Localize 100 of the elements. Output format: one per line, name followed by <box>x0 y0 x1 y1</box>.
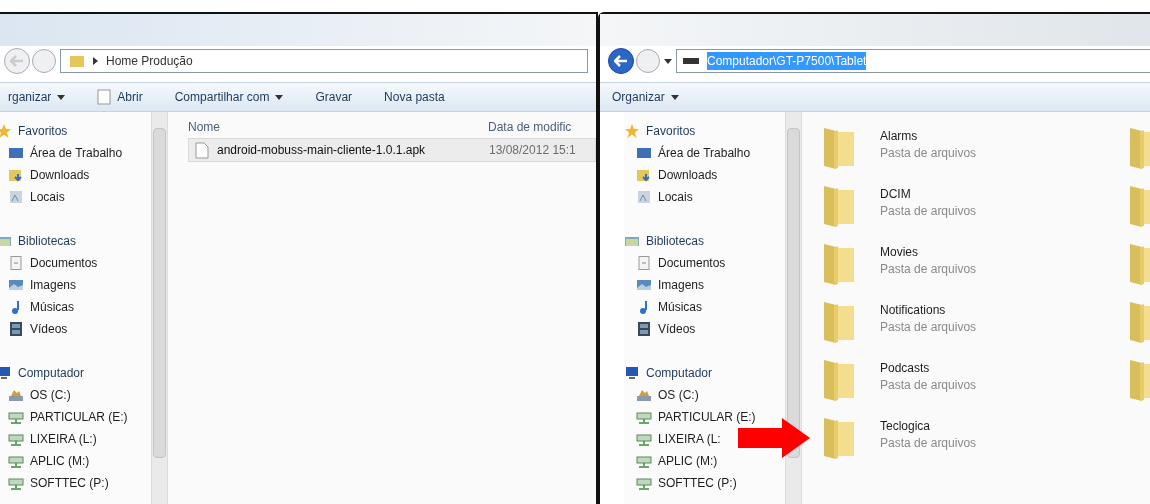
folder-name: Podcasts <box>880 360 931 377</box>
sidebar-item[interactable]: Imagens <box>0 274 77 296</box>
folder-type: Pasta de arquivos <box>880 261 977 278</box>
folder-item[interactable]: Notifications Pasta de arquivos <box>822 298 1122 356</box>
sidebar-item[interactable]: Locais <box>624 186 693 208</box>
toolbar-button[interactable]: Nova pasta <box>384 88 445 106</box>
scrollbar[interactable] <box>785 112 802 504</box>
column-header[interactable]: Nome <box>188 118 488 136</box>
sidebar-item[interactable]: PARTICULAR (E:) <box>0 406 128 428</box>
computer-icon <box>0 365 12 381</box>
sidebar-item[interactable]: Documentos <box>624 252 726 274</box>
sidebar-item[interactable]: Downloads <box>0 164 90 186</box>
sidebar-item[interactable]: Vídeos <box>0 318 68 340</box>
sidebar-item[interactable]: Vídeos <box>624 318 696 340</box>
sidebar-item[interactable]: LIXEIRA (L:) <box>0 428 97 450</box>
film-icon <box>636 321 652 337</box>
folder-name: Alarms <box>880 128 919 145</box>
sidebar-item[interactable]: OS (C:) <box>624 384 699 406</box>
monitor-icon <box>636 145 652 161</box>
folder-name: Notifications <box>880 302 947 319</box>
film-icon <box>8 321 24 337</box>
document-icon <box>8 255 24 271</box>
network-drive-icon <box>8 431 24 447</box>
folder-item[interactable]: Teclogica Pasta de arquivos <box>822 414 1122 472</box>
picture-icon <box>636 277 652 293</box>
scrollbar[interactable] <box>151 112 168 504</box>
network-drive-icon <box>636 431 652 447</box>
file-date: 13/08/2012 15:1 <box>489 142 576 159</box>
document-icon <box>97 89 112 105</box>
star-icon <box>0 123 12 139</box>
sidebar-item[interactable]: Músicas <box>624 296 702 318</box>
drive-icon <box>8 387 24 403</box>
sidebar-item[interactable]: Bibliotecas <box>624 230 705 252</box>
device-icon <box>683 58 699 64</box>
folder-type: Pasta de arquivos <box>880 435 977 452</box>
toolbar-button[interactable]: Compartilhar com <box>174 88 284 106</box>
sidebar-item[interactable]: APLIC (M:) <box>0 450 90 472</box>
caret-icon <box>664 58 672 64</box>
toolbar-button[interactable]: Organizar <box>612 88 679 106</box>
sidebar-item[interactable]: PARTICULAR (E:) <box>624 406 756 428</box>
forward-button[interactable] <box>32 49 56 73</box>
toolbar-button[interactable]: Abrir <box>97 88 143 106</box>
sidebar-item[interactable]: APLIC (M:) <box>624 450 718 472</box>
folder-name: DCIM <box>880 186 912 203</box>
picture-icon <box>8 277 24 293</box>
file-row[interactable]: android-mobuss-main-cliente-1.0.1.apk 13/08/2012 15:1 <box>188 138 596 162</box>
computer-icon <box>624 365 640 381</box>
sidebar-item[interactable]: Favoritos <box>624 120 696 142</box>
folder-type: Pasta de arquivos <box>880 145 977 162</box>
folder-icon <box>69 54 85 68</box>
star-icon <box>624 123 640 139</box>
column-header[interactable]: Data de modific <box>488 118 572 136</box>
sidebar-item[interactable]: Favoritos <box>0 120 68 142</box>
caret-icon <box>57 94 66 100</box>
document-icon <box>636 255 652 271</box>
sidebar-item[interactable]: Área de Trabalho <box>624 142 751 164</box>
toolbar-button[interactable]: rganizar <box>8 88 66 106</box>
file-name: android-mobuss-main-cliente-1.0.1.apk <box>217 142 426 159</box>
left-arrow-icon <box>614 55 628 67</box>
file-icon <box>195 141 209 159</box>
network-drive-icon <box>636 409 652 425</box>
network-drive-icon <box>636 453 652 469</box>
folder-type: Pasta de arquivos <box>880 377 977 394</box>
network-drive-icon <box>8 409 24 425</box>
sidebar-item[interactable]: SOFTTEC (P:) <box>624 472 737 494</box>
sidebar-item[interactable]: Downloads <box>624 164 718 186</box>
caret-icon <box>670 94 679 100</box>
sidebar-item[interactable]: Computador <box>624 362 713 384</box>
sidebar-item[interactable]: OS (C:) <box>0 384 71 406</box>
folder-type: Pasta de arquivos <box>880 203 977 220</box>
sidebar-item[interactable]: SOFTTEC (P:) <box>0 472 109 494</box>
places-icon <box>8 189 24 205</box>
sidebar-item[interactable]: Músicas <box>0 296 74 318</box>
folder-item[interactable]: Alarms Pasta de arquivos <box>822 124 1122 182</box>
folder-name: Movies <box>880 244 919 261</box>
breadcrumb-arrow-icon <box>93 57 98 65</box>
sidebar-item[interactable]: Bibliotecas <box>0 230 77 252</box>
back-button[interactable] <box>608 48 634 74</box>
toolbar-button[interactable]: Gravar <box>315 88 353 106</box>
left-arrow-icon <box>10 55 24 67</box>
folder-item[interactable]: DCIM Pasta de arquivos <box>822 182 1122 240</box>
sidebar-item[interactable]: Locais <box>0 186 65 208</box>
sidebar-item[interactable]: Imagens <box>624 274 705 296</box>
folder-item[interactable]: Movies Pasta de arquivos <box>822 240 1122 298</box>
folder-item[interactable]: Podcasts Pasta de arquivos <box>822 356 1122 414</box>
sidebar-item[interactable]: Área de Trabalho <box>0 142 123 164</box>
sidebar-item[interactable]: Documentos <box>0 252 98 274</box>
folder-type: Pasta de arquivos <box>880 319 977 336</box>
sidebar-item[interactable]: LIXEIRA (L: <box>624 428 721 450</box>
caret-icon <box>275 94 284 100</box>
sidebar-item[interactable]: Computador <box>0 362 85 384</box>
folder-name: Teclogica <box>880 418 932 435</box>
address-text: Computador\GT-P7500\Tablet <box>707 52 867 70</box>
network-drive-icon <box>8 475 24 491</box>
address-bar[interactable]: Home Produção <box>60 49 588 73</box>
breadcrumb[interactable]: Home Produção <box>106 52 193 70</box>
monitor-icon <box>8 145 24 161</box>
places-icon <box>636 189 652 205</box>
drive-icon <box>636 387 652 403</box>
network-drive-icon <box>636 475 652 491</box>
